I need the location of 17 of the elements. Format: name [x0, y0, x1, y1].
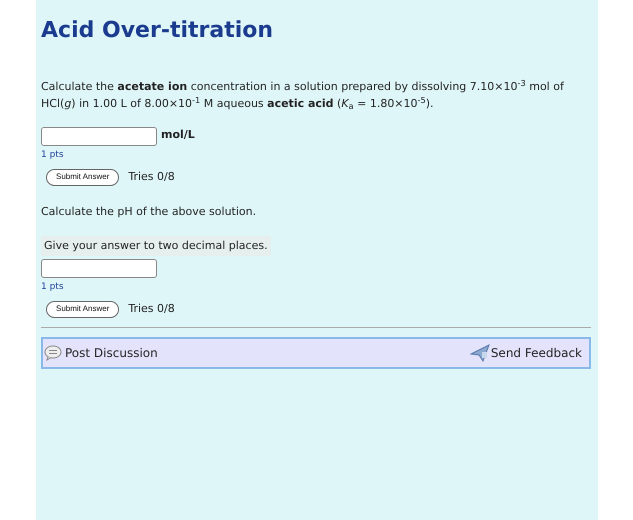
- points-label: 1 pts: [41, 281, 64, 294]
- unit-label: mol/L: [161, 127, 195, 143]
- send-feedback-link[interactable]: Send Feedback: [470, 344, 588, 362]
- page-title: Acid Over-titration: [41, 17, 274, 45]
- answer-field[interactable]: [41, 259, 157, 278]
- question-text: Calculate the acetate ion concentration in a solution prepared by dissolving 7.10×10$^{-3}$ mol of HCl(g) in 1.00 L of 8.00×10$^{-1}$ M aqueous acetic acid (K$_{a}$ = 1.80×10$^{-5}$).: [41, 78, 566, 112]
- paper-plane-icon: [470, 344, 490, 362]
- answer-field[interactable]: [41, 127, 157, 146]
- tries-counter: Tries 0/8: [128, 168, 175, 185]
- points-label: 1 pts: [41, 149, 64, 162]
- question-text: Calculate the pH of the above solution.: [41, 204, 258, 220]
- submit-answer-button[interactable]: Submit Answer: [46, 300, 120, 318]
- hint-text: Give your answer to two decimal places.: [41, 236, 271, 256]
- post-discussion-link[interactable]: Post Discussion: [44, 344, 158, 362]
- speech-bubble-icon: [44, 344, 62, 360]
- tries-counter: Tries 0/8: [128, 300, 175, 317]
- submit-answer-button[interactable]: Submit Answer: [46, 168, 120, 186]
